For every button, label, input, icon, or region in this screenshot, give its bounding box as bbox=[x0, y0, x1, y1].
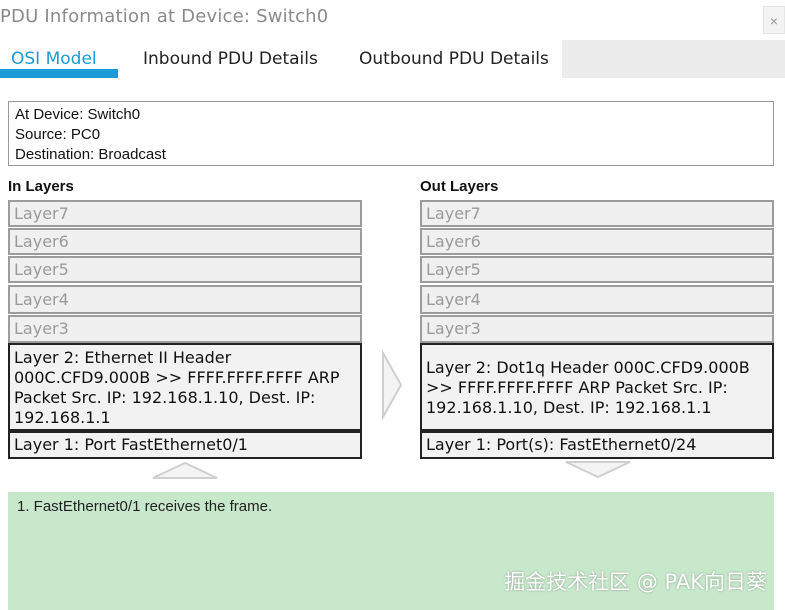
close-icon: × bbox=[769, 13, 779, 29]
window-title: PDU Information at Device: Switch0 bbox=[0, 6, 329, 27]
in-layer-1[interactable]: Layer 1: Port FastEthernet0/1 bbox=[8, 431, 362, 459]
tab-outbound-pdu-details[interactable]: Outbound PDU Details bbox=[359, 40, 549, 78]
out-layer-3[interactable]: Layer3 bbox=[420, 315, 774, 343]
in-layer-4[interactable]: Layer4 bbox=[8, 285, 362, 314]
active-tab-indicator bbox=[0, 69, 118, 78]
in-layer-5[interactable]: Layer5 bbox=[8, 256, 362, 283]
in-layers-header: In Layers bbox=[8, 178, 74, 195]
in-layer-3[interactable]: Layer3 bbox=[8, 315, 362, 343]
down-arrow-icon[interactable] bbox=[563, 460, 633, 480]
source-info: Source: PC0 bbox=[15, 126, 101, 143]
out-layer-1[interactable]: Layer 1: Port(s): FastEthernet0/24 bbox=[420, 431, 774, 459]
tab-inbound-pdu-details[interactable]: Inbound PDU Details bbox=[143, 40, 318, 78]
out-layer-7[interactable]: Layer7 bbox=[420, 200, 774, 227]
close-button[interactable]: × bbox=[763, 6, 785, 34]
in-layer-6[interactable]: Layer6 bbox=[8, 228, 362, 255]
device-info: At Device: Switch0 bbox=[15, 106, 141, 123]
up-arrow-icon[interactable] bbox=[150, 460, 220, 480]
device-info-panel: At Device: Switch0 Source: PC0 Destinati… bbox=[8, 101, 774, 166]
out-layer-4[interactable]: Layer4 bbox=[420, 285, 774, 314]
in-layer-7[interactable]: Layer7 bbox=[8, 200, 362, 227]
out-layer-5[interactable]: Layer5 bbox=[420, 256, 774, 283]
out-layers-header: Out Layers bbox=[420, 178, 499, 195]
out-layer-2[interactable]: Layer 2: Dot1q Header 000C.CFD9.000B >> … bbox=[420, 343, 774, 431]
tab-bar-filler bbox=[562, 40, 785, 78]
right-arrow-icon[interactable] bbox=[380, 350, 404, 420]
watermark: 掘金技术社区 @ PAK向日葵 bbox=[504, 570, 767, 594]
pdu-info-window: PDU Information at Device: Switch0 × OSI… bbox=[0, 0, 785, 610]
destination-info: Destination: Broadcast bbox=[15, 146, 166, 163]
title-bar: PDU Information at Device: Switch0 × bbox=[0, 0, 785, 36]
out-layer-6[interactable]: Layer6 bbox=[420, 228, 774, 255]
step-message: 1. FastEthernet0/1 receives the frame. bbox=[17, 498, 273, 515]
in-layer-2[interactable]: Layer 2: Ethernet II Header 000C.CFD9.00… bbox=[8, 343, 362, 431]
